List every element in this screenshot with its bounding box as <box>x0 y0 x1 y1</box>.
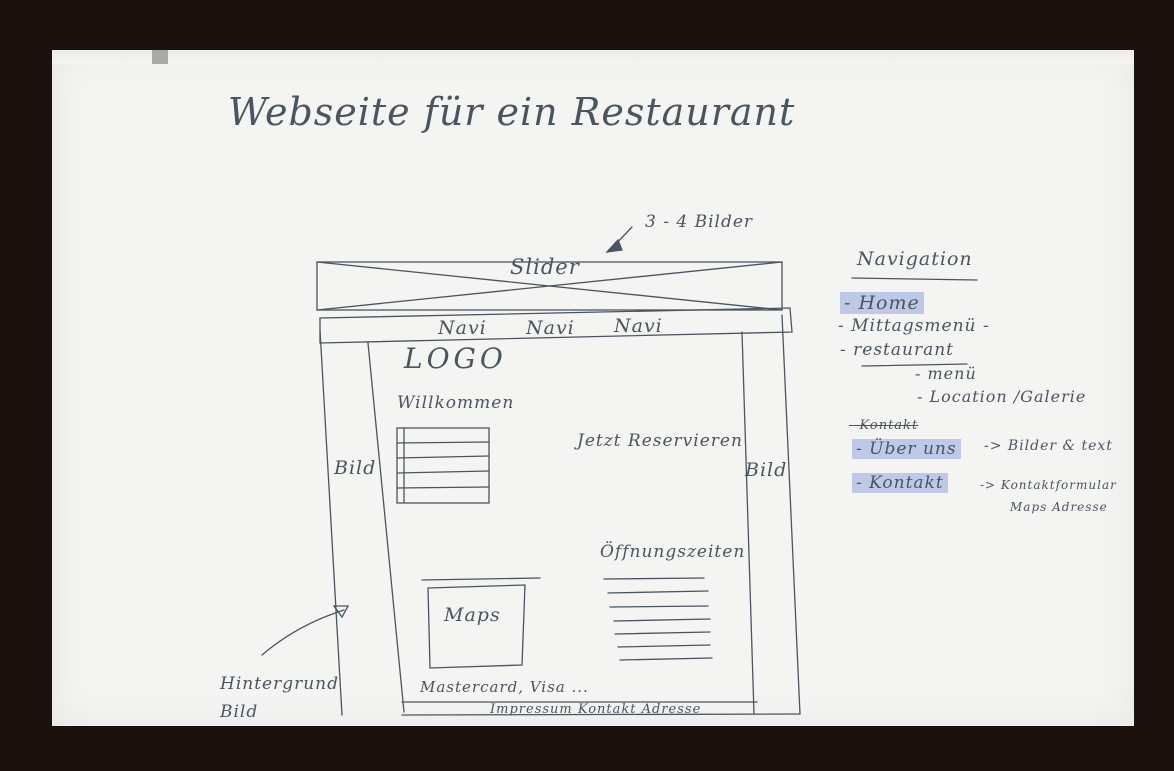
nav-list-contact-struck: - Kontakt <box>849 418 919 433</box>
navigation-heading: Navigation <box>857 248 973 270</box>
contact-arrow-note: -> Kontaktformular <box>980 478 1117 492</box>
welcome-label: Willkommen <box>397 393 515 413</box>
maps-box <box>427 584 526 669</box>
nav-item-3: Navi <box>614 315 663 337</box>
background-arrow-line <box>261 609 345 656</box>
nav-list-restaurant: - restaurant <box>840 340 955 360</box>
nav-list-about-label: - Über uns <box>852 439 961 459</box>
nav-list-contact-label: - Kontakt <box>852 473 948 493</box>
image-right-label: Bild <box>745 459 788 481</box>
reserve-label: Jetzt Reservieren <box>577 431 743 451</box>
welcome-image-box <box>396 427 490 504</box>
page-left-edge <box>319 329 343 716</box>
nav-list-lunch: - Mittagsmenü - <box>838 316 990 336</box>
contact-arrow-note-2: Maps Adresse <box>1010 500 1108 514</box>
nav-list-about: - Über uns <box>852 439 961 459</box>
nav-list-menu: - menü <box>915 364 977 383</box>
hours-label: Öffnungszeiten <box>600 542 746 562</box>
maps-label: Maps <box>444 604 501 626</box>
content-right-edge <box>741 331 755 715</box>
nav-list-home: - Home <box>840 292 924 314</box>
slider-note: 3 - 4 Bilder <box>645 212 754 232</box>
footer-label: Impressum Kontakt Adresse <box>490 702 702 717</box>
nav-list-home-label: - Home <box>840 292 924 314</box>
page-title: Webseite für ein Restaurant <box>228 90 796 134</box>
logo-label: LOGO <box>404 342 507 375</box>
nav-list-contact: - Kontakt <box>852 473 948 493</box>
nav-item-2: Navi <box>526 317 575 339</box>
nav-item-1: Navi <box>438 317 487 339</box>
page-right-edge <box>781 314 801 715</box>
payment-label: Mastercard, Visa ... <box>420 678 589 696</box>
nav-list-location: - Location /Galerie <box>917 387 1087 406</box>
about-arrow-note: -> Bilder & text <box>984 438 1113 454</box>
whiteboard-sheet: Webseite für ein Restaurant 3 - 4 Bilder… <box>52 50 1134 726</box>
image-left-label: Bild <box>334 457 377 479</box>
background-note: Hintergrund Bild <box>220 674 340 722</box>
slider-label: Slider <box>510 255 580 279</box>
